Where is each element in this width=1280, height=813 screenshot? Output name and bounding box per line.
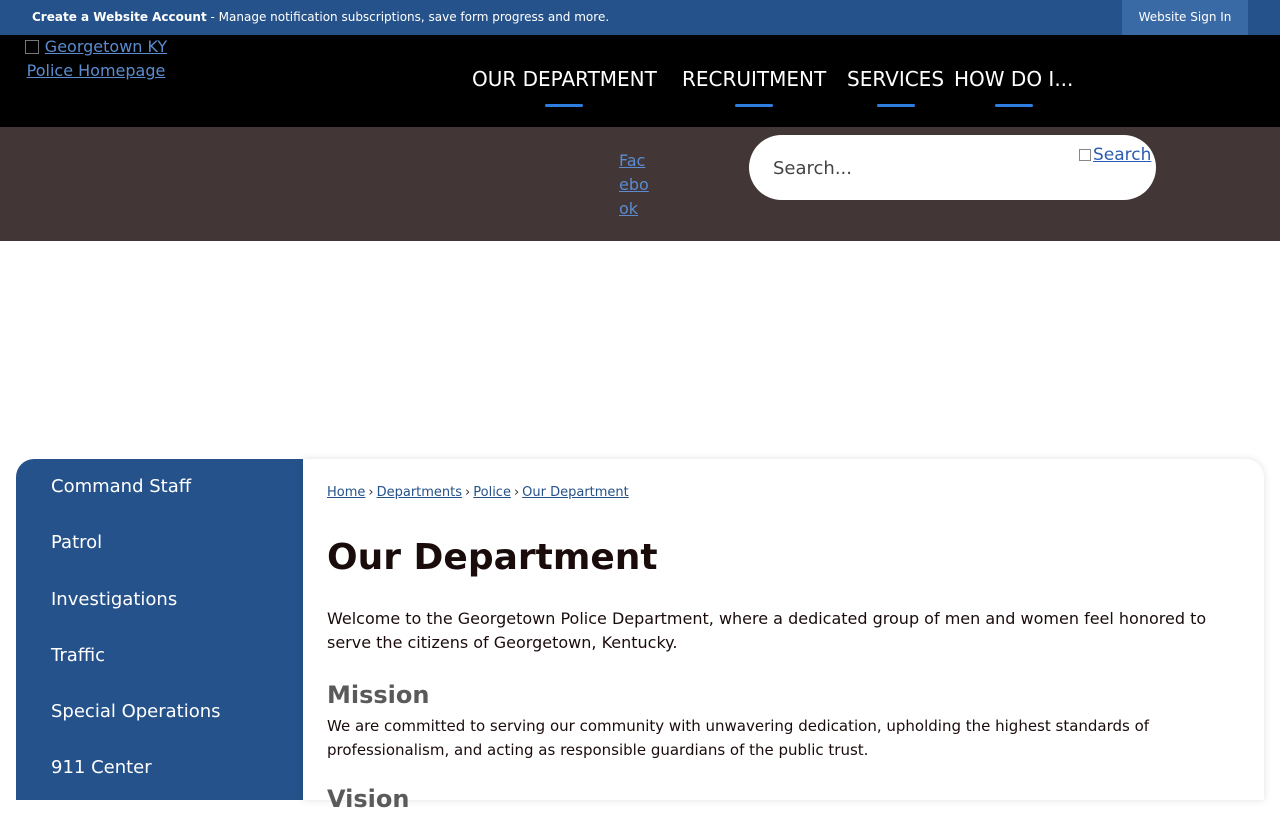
website-sign-in-button[interactable]: Website Sign In: [1122, 0, 1248, 35]
notification-message: Create a Website Account - Manage notifi…: [32, 10, 609, 24]
nav-services[interactable]: SERVICES: [847, 67, 944, 107]
breadcrumb-home[interactable]: Home: [327, 485, 365, 500]
site-header: Georgetown KY Police Homepage OUR DEPART…: [0, 35, 1280, 127]
main-content: Home › Departments › Police › Our Department O…: [303, 459, 1264, 813]
search-input[interactable]: [773, 153, 1073, 183]
create-account-link[interactable]: Create a Website Account: [32, 10, 207, 24]
sidebar-nav: Command Staff Patrol Investigations Traf…: [16, 459, 303, 800]
breadcrumb-our-department[interactable]: Our Department: [522, 485, 629, 500]
nav-indicator: [545, 104, 584, 107]
vision-heading: Vision: [327, 785, 410, 813]
nav-how-do-i[interactable]: HOW DO I...: [954, 67, 1073, 107]
intro-text: Welcome to the Georgetown Police Departm…: [327, 609, 1207, 652]
nav-label: OUR DEPARTMENT: [472, 67, 657, 91]
homepage-logo-link[interactable]: Georgetown KY Police Homepage: [16, 35, 176, 83]
logo-alt-text: Georgetown KY Police Homepage: [26, 37, 168, 80]
sidebar-item-special-operations[interactable]: Special Operations: [51, 701, 221, 722]
nav-recruitment[interactable]: RECRUITMENT: [682, 67, 826, 107]
nav-indicator: [994, 104, 1033, 107]
search-button-label: Search: [1093, 145, 1152, 165]
mission-heading: Mission: [327, 681, 430, 709]
nav-our-department[interactable]: OUR DEPARTMENT: [472, 67, 657, 107]
nav-label: SERVICES: [847, 67, 945, 91]
sidebar-item-911-center[interactable]: 911 Center: [51, 757, 152, 778]
nav-label: RECRUITMENT: [682, 67, 827, 91]
sidebar-item-command-staff[interactable]: Command Staff: [51, 476, 191, 497]
search-button[interactable]: Search: [1079, 145, 1151, 165]
search-icon: [1079, 149, 1091, 161]
breadcrumb-separator: ›: [465, 485, 471, 500]
facebook-link[interactable]: Facebook: [619, 149, 653, 221]
broken-image-icon: [24, 40, 39, 54]
utility-band: Facebook Search: [0, 127, 1280, 241]
search-box: Search: [749, 135, 1156, 200]
mission-text: We are committed to serving our communit…: [327, 717, 1150, 759]
sidebar-item-patrol[interactable]: Patrol: [51, 532, 102, 553]
notification-text: - Manage notification subscriptions, sav…: [206, 10, 610, 24]
nav-indicator: [876, 104, 915, 107]
breadcrumb-police[interactable]: Police: [473, 485, 511, 500]
page-title: Our Department: [327, 537, 658, 578]
nav-indicator: [735, 104, 774, 107]
sidebar-item-investigations[interactable]: Investigations: [51, 589, 177, 610]
breadcrumb-separator: ›: [368, 485, 374, 500]
notification-bar: Create a Website Account - Manage notifi…: [0, 0, 1280, 35]
nav-label: HOW DO I...: [954, 67, 1074, 91]
sidebar-item-traffic[interactable]: Traffic: [51, 645, 105, 666]
breadcrumb-departments[interactable]: Departments: [377, 485, 462, 500]
breadcrumb-separator: ›: [513, 485, 520, 500]
breadcrumb: Home › Departments › Police › Our Department: [327, 485, 629, 500]
